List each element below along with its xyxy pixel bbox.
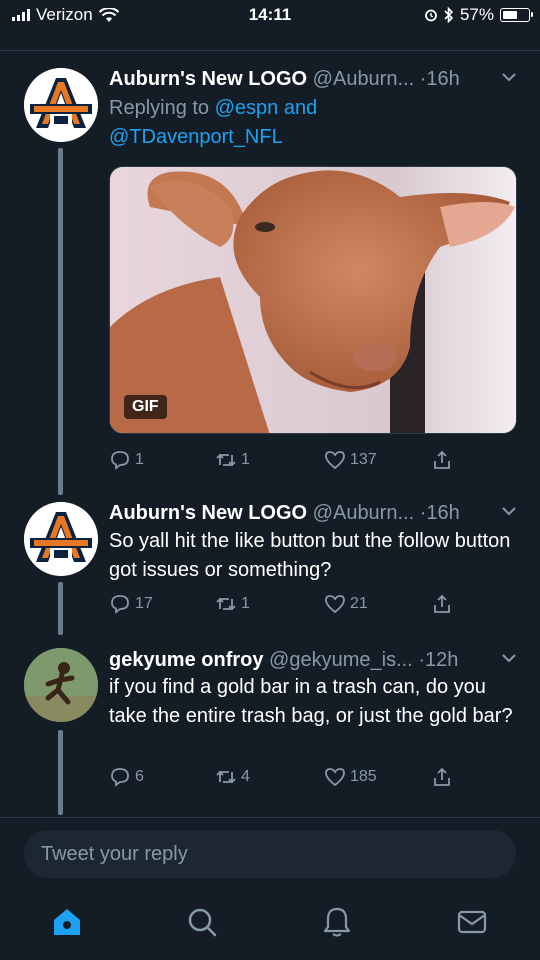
like-count: 185 [350,768,377,785]
reply-icon [111,451,129,470]
tweet-actions: 6 4 185 [109,766,509,790]
home-icon[interactable] [50,905,84,939]
tweet-time: ·16h [419,502,460,524]
gif-badge: GIF [124,395,167,419]
tweet-actions: 17 1 21 [109,593,509,617]
avatar[interactable] [24,502,98,576]
tweet-actions: 1 1 137 [109,449,509,473]
mention-link[interactable]: @espn [215,97,279,119]
author-handle[interactable]: @Auburn... [313,502,414,524]
gif-media[interactable]: GIF [109,166,517,434]
running-person-image [24,648,98,722]
author-name[interactable]: Auburn's New LOGO [109,68,307,90]
heart-icon [325,768,345,787]
messages-icon[interactable] [455,905,489,939]
share-icon [434,767,450,786]
avatar[interactable] [24,648,98,722]
like-count: 21 [350,595,368,612]
author-handle[interactable]: @gekyume_is... [269,649,413,671]
replying-and: and [283,97,318,119]
retweet-button[interactable]: 4 [215,766,250,788]
auburn-logo-icon [24,68,98,142]
replying-to: Replying to @espn and @TDavenport_NFL [109,97,318,148]
search-icon[interactable] [185,905,219,939]
like-button[interactable]: 185 [324,766,377,788]
reply-bar [24,830,516,878]
share-icon [434,450,450,469]
mention-link[interactable]: @TDavenport_NFL [109,126,283,148]
tweet[interactable]: gekyume onfroy @gekyume_is... ·12h if yo… [0,640,540,820]
tab-bar [0,895,540,960]
retweet-button[interactable]: 1 [215,449,250,471]
goat-gif-image [110,167,516,433]
reply-button[interactable]: 1 [109,449,144,471]
share-button[interactable] [431,449,453,471]
author-handle[interactable]: @Auburn... [313,68,414,90]
reply-button[interactable]: 17 [109,593,153,615]
tweet-header: Auburn's New LOGO @Auburn... ·16h [109,500,520,526]
reply-icon [111,768,129,787]
share-button[interactable] [431,766,453,788]
heart-icon [325,451,345,470]
reply-count: 6 [135,768,144,785]
retweet-count: 1 [241,451,250,468]
auburn-logo-icon [24,502,98,576]
retweet-button[interactable]: 1 [215,593,250,615]
like-button[interactable]: 137 [324,449,377,471]
share-button[interactable] [431,593,453,615]
author-name[interactable]: gekyume onfroy [109,649,263,671]
reply-icon [111,595,129,614]
chevron-down-icon[interactable] [500,68,518,86]
heart-icon [325,595,345,614]
tweet-header: gekyume onfroy @gekyume_is... ·12h [109,647,520,673]
reply-count: 1 [135,451,144,468]
retweet-count: 4 [241,768,250,785]
reply-count: 17 [135,595,153,612]
tweet[interactable]: Auburn's New LOGO @Auburn... ·16h So yal… [0,490,540,635]
reply-input[interactable] [24,830,516,878]
tweet-text: So yall hit the like button but the foll… [109,530,511,581]
retweet-icon [216,770,236,784]
avatar[interactable] [24,68,98,142]
thread-line [58,730,63,815]
tweet-header: Auburn's New LOGO @Auburn... ·16h [109,66,520,92]
thread-line [58,582,63,635]
like-count: 137 [350,451,377,468]
tweet-text: if you find a gold bar in a trash can, d… [109,676,513,727]
chevron-down-icon[interactable] [500,649,518,667]
share-icon [434,594,450,613]
like-button[interactable]: 21 [324,593,368,615]
retweet-icon [216,597,236,611]
tweet-time: ·12h [418,649,459,671]
author-name[interactable]: Auburn's New LOGO [109,502,307,524]
thread-line [58,148,63,495]
tweet[interactable]: Auburn's New LOGO @Auburn... ·16h Replyi… [0,0,540,495]
chevron-down-icon[interactable] [500,502,518,520]
tweet-time: ·16h [419,68,460,90]
retweet-count: 1 [241,595,250,612]
retweet-icon [216,453,236,467]
reply-button[interactable]: 6 [109,766,144,788]
divider [0,817,540,818]
notifications-icon[interactable] [320,905,354,939]
